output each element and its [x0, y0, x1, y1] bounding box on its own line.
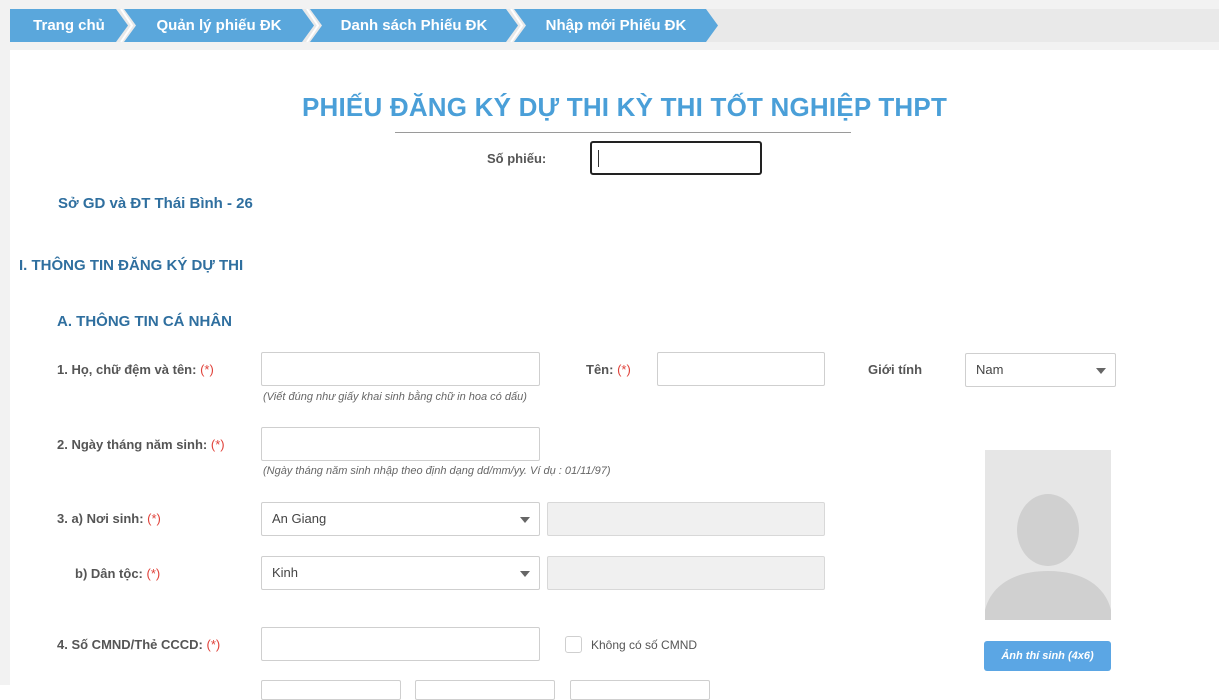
ho-ten-label-text: 1. Họ, chữ đệm và tên: [57, 362, 197, 377]
ngay-sinh-input[interactable] [261, 427, 540, 461]
dropdown-arrow-icon [520, 517, 530, 523]
ho-ten-input[interactable] [261, 352, 540, 386]
breadcrumb-form-list[interactable]: Danh sách Phiếu ĐK [310, 9, 518, 42]
breadcrumb-manage-forms-label: Quản lý phiếu ĐK [156, 17, 282, 34]
dropdown-arrow-icon [1096, 368, 1106, 374]
required-mark: (*) [206, 637, 221, 652]
candidate-photo[interactable] [985, 450, 1111, 620]
breadcrumb-separator-icon [510, 9, 523, 42]
required-mark: (*) [200, 362, 214, 377]
avatar-placeholder-icon [985, 450, 1111, 620]
noi-sinh-detail-input [547, 502, 825, 536]
cmnd-input[interactable] [261, 627, 540, 661]
breadcrumb-home[interactable]: Trang chủ [10, 9, 128, 42]
text-caret [598, 150, 599, 167]
photo-upload-button[interactable]: Ảnh thí sinh (4x6) [984, 641, 1111, 671]
breadcrumb-manage-forms[interactable]: Quản lý phiếu ĐK [124, 9, 314, 42]
ngay-sinh-hint: (Ngày tháng năm sinh nhập theo định dạng… [263, 465, 611, 477]
required-mark: (*) [146, 566, 161, 581]
cmnd-label: 4. Số CMND/Thẻ CCCD: (*) [57, 637, 220, 652]
gioi-tinh-label: Giới tính [868, 362, 923, 377]
breadcrumb-home-label: Trang chủ [33, 17, 105, 34]
gioi-tinh-select[interactable]: Nam [965, 353, 1116, 387]
breadcrumb-form-list-label: Danh sách Phiếu ĐK [340, 17, 488, 34]
ten-label-text: Tên: [586, 362, 614, 377]
dan-toc-label-text: b) Dân tộc: [75, 566, 143, 581]
breadcrumb-separator-icon [306, 9, 319, 42]
dropdown-arrow-icon [520, 571, 530, 577]
breadcrumb-new-form[interactable]: Nhập mới Phiếu ĐK [514, 9, 718, 42]
section-registration-info: I. THÔNG TIN ĐĂNG KÝ DỰ THI [19, 257, 244, 274]
ngay-sinh-label: 2. Ngày tháng năm sinh: (*) [57, 437, 225, 452]
noi-sinh-value: An Giang [272, 511, 327, 526]
noi-sinh-label: 3. a) Nơi sinh: (*) [57, 511, 161, 526]
breadcrumb-new-form-label: Nhập mới Phiếu ĐK [545, 17, 687, 34]
section-personal-info: A. THÔNG TIN CÁ NHÂN [57, 313, 232, 330]
so-phieu-input[interactable] [590, 141, 762, 175]
ten-label: Tên: (*) [586, 362, 631, 377]
dan-toc-label: b) Dân tộc: (*) [75, 566, 160, 581]
ngay-sinh-label-text: 2. Ngày tháng năm sinh: [57, 437, 208, 452]
next-row-input-2[interactable] [415, 680, 555, 700]
next-row-input-3[interactable] [570, 680, 710, 700]
required-mark: (*) [210, 437, 225, 452]
ho-ten-hint: (Viết đúng như giấy khai sinh bằng chữ i… [263, 391, 527, 403]
so-phieu-label: Số phiếu: [487, 151, 547, 166]
dan-toc-detail-input [547, 556, 825, 590]
required-mark: (*) [147, 511, 161, 526]
noi-sinh-select[interactable]: An Giang [261, 502, 540, 536]
gioi-tinh-value: Nam [976, 362, 1004, 377]
organization-name: Sở GD và ĐT Thái Bình - 26 [58, 195, 253, 212]
required-mark: (*) [617, 362, 631, 377]
dan-toc-value: Kinh [272, 565, 299, 580]
dan-toc-select[interactable]: Kinh [261, 556, 540, 590]
next-row-input-1[interactable] [261, 680, 401, 700]
cmnd-label-text: 4. Số CMND/Thẻ CCCD: [57, 637, 203, 652]
breadcrumb-separator-icon [120, 9, 133, 42]
noi-sinh-label-text: 3. a) Nơi sinh: [57, 511, 144, 526]
ho-ten-label: 1. Họ, chữ đệm và tên: (*) [57, 362, 214, 377]
khong-cmnd-label: Không có số CMND [591, 638, 698, 652]
ten-input[interactable] [657, 352, 825, 386]
khong-cmnd-checkbox[interactable] [565, 636, 582, 653]
breadcrumb: Trang chủ Quản lý phiếu ĐK Danh sách Phi… [10, 9, 1219, 42]
form-title: PHIẾU ĐĂNG KÝ DỰ THI KỲ THI TỐT NGHIỆP T… [301, 92, 948, 122]
title-divider [395, 132, 851, 133]
